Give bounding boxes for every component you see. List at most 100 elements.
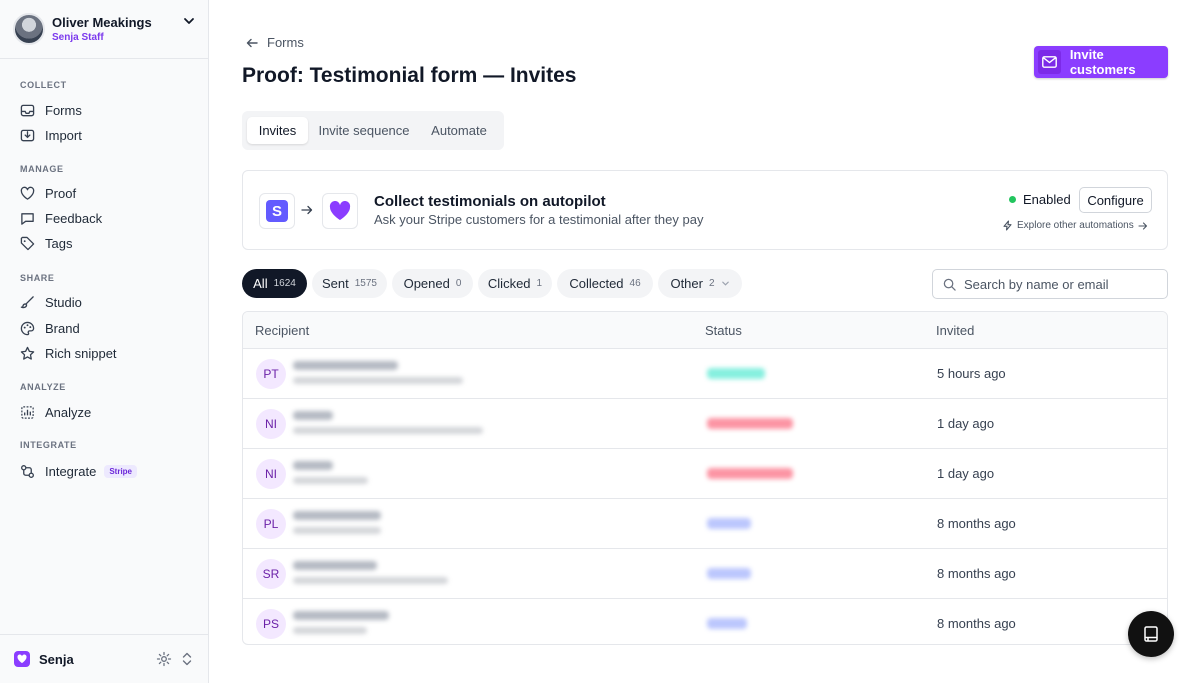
status-dot bbox=[1009, 196, 1016, 203]
recipient-email-redacted bbox=[293, 377, 463, 384]
column-recipient[interactable]: Recipient bbox=[255, 323, 309, 338]
status-badge bbox=[707, 468, 793, 479]
filter-count: 1 bbox=[536, 278, 543, 289]
filter-label: Opened bbox=[403, 276, 450, 291]
recipient-avatar: NI bbox=[256, 409, 286, 439]
filter-label: Clicked bbox=[487, 276, 531, 291]
table-row[interactable]: SR 8 months ago bbox=[243, 549, 1167, 599]
table-row[interactable]: PT 5 hours ago bbox=[243, 349, 1167, 399]
table-row[interactable]: PS 8 months ago bbox=[243, 599, 1167, 644]
chevron-up-down-icon[interactable] bbox=[180, 650, 194, 668]
tab-invites[interactable]: Invites bbox=[247, 117, 308, 144]
search-box bbox=[932, 269, 1168, 299]
recipient-email-redacted bbox=[293, 427, 483, 434]
sidebar-item-import[interactable]: Import bbox=[14, 123, 196, 147]
automation-status-label: Enabled bbox=[1023, 192, 1071, 207]
column-invited[interactable]: Invited bbox=[936, 323, 974, 338]
sidebar-item-studio[interactable]: Studio bbox=[14, 290, 196, 314]
back-link[interactable]: Forms bbox=[246, 35, 304, 50]
search-input[interactable] bbox=[964, 276, 1144, 292]
sidebar-item-label: Feedback bbox=[45, 210, 103, 226]
filter-label: Sent bbox=[322, 276, 349, 291]
filter-count: 46 bbox=[629, 278, 641, 289]
explore-label: Explore other automations bbox=[1017, 220, 1134, 231]
recipient-email-redacted bbox=[293, 477, 368, 484]
recipient-name-redacted bbox=[293, 611, 389, 620]
arrow-left-icon bbox=[246, 38, 258, 47]
tab-invite-sequence[interactable]: Invite sequence bbox=[312, 117, 416, 144]
arrow-right-icon bbox=[301, 205, 313, 215]
sidebar-item-label: Studio bbox=[45, 294, 82, 310]
recipient-name-redacted bbox=[293, 561, 377, 570]
sidebar-item-brand[interactable]: Brand bbox=[14, 316, 196, 340]
arrow-right-icon bbox=[1138, 221, 1147, 230]
sidebar-item-label: Import bbox=[45, 127, 82, 143]
recipient-avatar: PS bbox=[256, 609, 286, 639]
sidebar-item-label: Rich snippet bbox=[45, 345, 117, 361]
status-badge bbox=[707, 418, 793, 429]
sidebar-item-label: Integrate bbox=[45, 463, 97, 479]
filter-sent[interactable]: Sent 1575 bbox=[312, 269, 387, 298]
gear-icon[interactable] bbox=[156, 651, 172, 667]
stripe-letter: S bbox=[266, 200, 288, 222]
sidebar-item-proof[interactable]: Proof bbox=[14, 181, 196, 205]
sidebar-item-forms[interactable]: Forms bbox=[14, 98, 196, 122]
filter-label: Other bbox=[670, 276, 703, 291]
status-badge bbox=[707, 368, 765, 379]
sidebar-item-tags[interactable]: Tags bbox=[14, 231, 196, 255]
invited-time: 8 months ago bbox=[937, 616, 1016, 631]
table-row[interactable]: NI 1 day ago bbox=[243, 399, 1167, 449]
filter-other[interactable]: Other 2 bbox=[658, 269, 742, 298]
recipient-email-redacted bbox=[293, 527, 381, 534]
section-title-collect: COLLECT bbox=[20, 80, 67, 90]
search-icon bbox=[943, 278, 956, 291]
invited-time: 8 months ago bbox=[937, 566, 1016, 581]
automation-subtitle: Ask your Stripe customers for a testimon… bbox=[374, 212, 704, 227]
workspace-name[interactable]: Senja bbox=[39, 652, 74, 667]
profile-switcher[interactable]: Oliver Meakings Senja Staff bbox=[0, 0, 208, 59]
table-row[interactable]: NI 1 day ago bbox=[243, 449, 1167, 499]
invites-table: Recipient Status Invited PT 5 hours ago … bbox=[242, 311, 1168, 645]
section-title-share: SHARE bbox=[20, 273, 55, 283]
sidebar-item-analyze[interactable]: Analyze bbox=[14, 400, 196, 424]
recipient-email-redacted bbox=[293, 627, 367, 634]
invited-time: 8 months ago bbox=[937, 516, 1016, 531]
recipient-avatar: PT bbox=[256, 359, 286, 389]
lightning-icon bbox=[1003, 220, 1012, 231]
chevron-down-icon bbox=[721, 281, 729, 286]
heart-icon bbox=[19, 185, 35, 201]
tab-automate[interactable]: Automate bbox=[420, 117, 498, 144]
status-badge bbox=[707, 618, 747, 629]
table-row[interactable]: PL 8 months ago bbox=[243, 499, 1167, 549]
recipient-avatar: SR bbox=[256, 559, 286, 589]
table-header: Recipient Status Invited bbox=[243, 312, 1167, 349]
senja-heart-icon bbox=[322, 193, 358, 229]
recipient-email-redacted bbox=[293, 577, 448, 584]
sidebar-item-integrate[interactable]: Integrate Stripe bbox=[14, 459, 196, 483]
automation-status: Enabled bbox=[1009, 192, 1071, 207]
configure-button[interactable]: Configure bbox=[1079, 187, 1152, 213]
sidebar-item-label: Analyze bbox=[45, 404, 92, 420]
recipient-name-redacted bbox=[293, 511, 381, 520]
filter-collected[interactable]: Collected 46 bbox=[557, 269, 653, 298]
sidebar-item-rich-snippet[interactable]: Rich snippet bbox=[14, 341, 196, 365]
column-status[interactable]: Status bbox=[705, 323, 742, 338]
invite-customers-button[interactable]: Invite customers bbox=[1034, 46, 1168, 78]
help-chat-button[interactable] bbox=[1128, 611, 1174, 657]
sidebar-item-label: Brand bbox=[45, 320, 80, 336]
filter-clicked[interactable]: Clicked 1 bbox=[478, 269, 552, 298]
sidebar: Oliver Meakings Senja Staff COLLECT Form… bbox=[0, 0, 209, 683]
recipient-name-redacted bbox=[293, 411, 333, 420]
chevron-down-icon[interactable] bbox=[182, 14, 196, 28]
filter-all[interactable]: All 1624 bbox=[242, 269, 307, 298]
invited-time: 1 day ago bbox=[937, 466, 995, 481]
mail-icon bbox=[1038, 50, 1061, 74]
sidebar-item-label: Proof bbox=[45, 185, 77, 201]
explore-automations-link[interactable]: Explore other automations bbox=[998, 220, 1152, 231]
sidebar-item-label: Tags bbox=[45, 235, 73, 251]
star-icon bbox=[19, 345, 35, 361]
filter-opened[interactable]: Opened 0 bbox=[392, 269, 473, 298]
book-icon bbox=[1144, 626, 1158, 642]
senja-logo-icon bbox=[14, 651, 30, 667]
sidebar-item-feedback[interactable]: Feedback bbox=[14, 206, 196, 230]
